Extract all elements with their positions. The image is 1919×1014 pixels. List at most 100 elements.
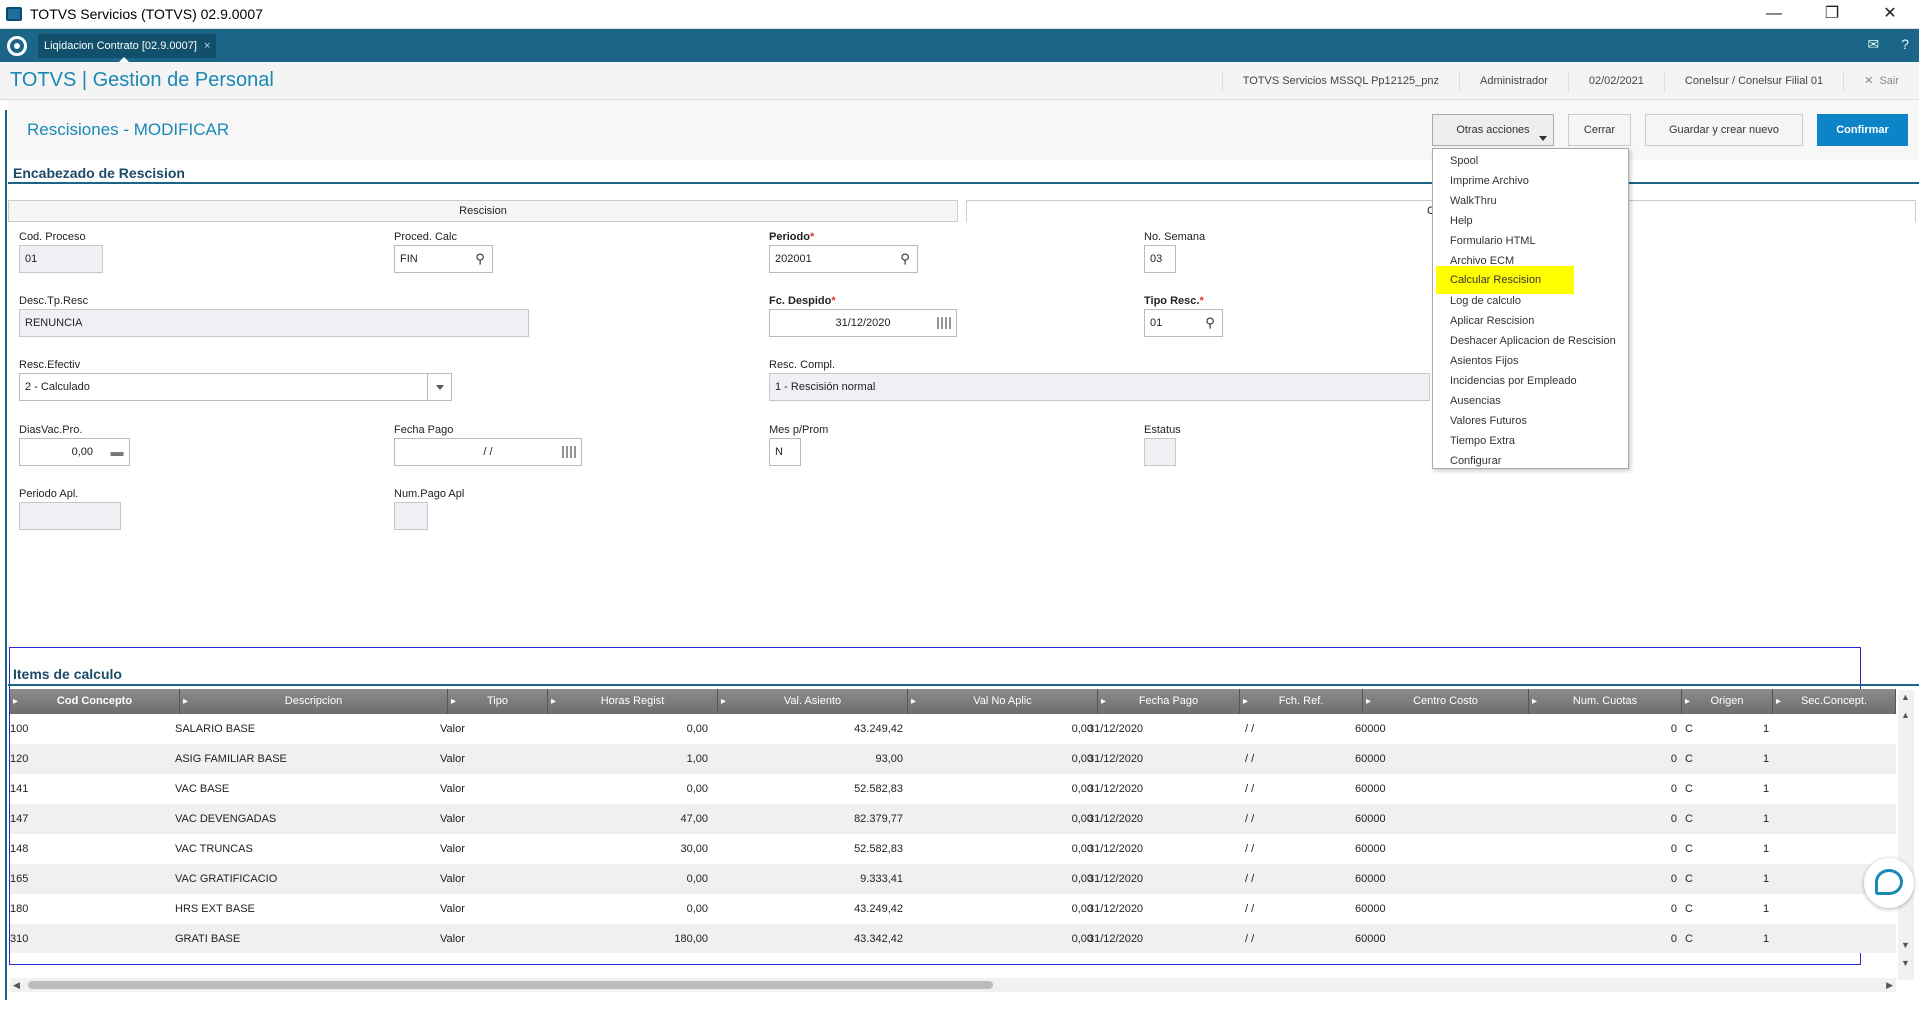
estatus-field[interactable] [1144, 438, 1176, 466]
cell-descripcion: SALARIO BASE [175, 723, 256, 735]
fecha-pago-field[interactable]: / / [394, 438, 582, 466]
periodo-apl-field[interactable] [19, 502, 121, 530]
cell-fch-ref: / / [1245, 903, 1255, 915]
menu-item-ausencias[interactable]: Ausencias [1433, 391, 1628, 411]
scroll-left-icon[interactable]: ◀ [13, 978, 20, 992]
resc-efectiv-select[interactable]: 2 - Calculado [19, 373, 452, 401]
exit-label: Sair [1879, 75, 1899, 87]
menu-item-log-de-calculo[interactable]: Log de calculo [1433, 291, 1628, 311]
cerrar-button[interactable]: Cerrar [1568, 114, 1631, 146]
menu-item-tiempo-extra[interactable]: Tiempo Extra [1433, 431, 1628, 451]
scroll-page-down-icon[interactable]: ▼ [1901, 940, 1910, 950]
cell-fch-ref: / / [1245, 873, 1255, 885]
menu-item-help[interactable]: Help [1433, 211, 1628, 231]
table-row[interactable]: 120 ASIG FAMILIAR BASE Valor 1,00 93,00 0,00 3… [10, 744, 1896, 774]
menu-item-formulario-html[interactable]: Formulario HTML [1433, 231, 1628, 251]
col-sec-concept[interactable]: Sec.Concept. [1773, 689, 1896, 714]
search-icon[interactable]: ⚲ [897, 251, 913, 267]
grid-horizontal-scrollbar[interactable]: ◀ ▶ [10, 978, 1896, 992]
totvs-logo-icon[interactable] [7, 36, 27, 56]
close-icon[interactable]: ✕ [1861, 0, 1919, 29]
table-row[interactable]: 147 VAC DEVENGADAS Valor 47,00 82.379,77 0,00… [10, 804, 1896, 834]
guardar-crear-nuevo-button[interactable]: Guardar y crear nuevo [1645, 114, 1803, 146]
num-pago-apl-field[interactable] [394, 502, 428, 530]
periodo-field[interactable]: 202001 ⚲ [769, 245, 918, 273]
cell-origen: C [1685, 813, 1693, 825]
resc-compl-label: Resc. Compl. [769, 359, 836, 371]
col-fch-ref[interactable]: Fch. Ref. [1240, 689, 1363, 714]
mail-icon[interactable]: ✉ [1867, 36, 1879, 53]
confirmar-button[interactable]: Confirmar [1817, 114, 1908, 146]
dias-vac-pro-field[interactable]: 0,00 ▬ [19, 438, 130, 466]
col-origen[interactable]: Origen [1682, 689, 1773, 714]
calculator-icon[interactable]: ▬ [109, 444, 125, 460]
menu-item-configurar[interactable]: Configurar [1433, 451, 1628, 471]
resc-compl-field[interactable]: 1 - Rescisión normal [769, 373, 1430, 401]
proced-calc-field[interactable]: FIN ⚲ [394, 245, 493, 273]
cell-sec-concept: 1 [1763, 783, 1770, 795]
minimize-icon[interactable]: — [1745, 0, 1803, 29]
exit-button[interactable]: ✕ Sair [1843, 71, 1919, 91]
cell-horas-regist: 0,00 [686, 873, 708, 885]
cod-proceso-field[interactable]: 01 [19, 245, 103, 273]
folder-tab-rescision[interactable]: Rescision [8, 200, 958, 222]
dias-vac-pro-label: DiasVac.Pro. [19, 424, 83, 436]
cell-descripcion: HRS EXT BASE [175, 903, 255, 915]
scroll-page-up-icon[interactable]: ▲ [1901, 710, 1910, 720]
tab-label: Liqidacion Contrato [02.9.0007] [44, 40, 197, 52]
col-num-cuotas[interactable]: Num. Cuotas [1529, 689, 1682, 714]
table-row[interactable]: 141 VAC BASE Valor 0,00 52.582,83 0,00 31/12/2… [10, 774, 1896, 804]
col-horas-regist[interactable]: Horas Regist [548, 689, 718, 714]
menu-item-incidencias[interactable]: Incidencias por Empleado [1433, 371, 1628, 391]
mes-prom-field[interactable]: N [769, 438, 801, 466]
tab-liquidacion-contrato[interactable]: Liqidacion Contrato [02.9.0007] × [38, 34, 217, 63]
environment-label: TOTVS Servicios MSSQL Pp12125_pnz [1221, 71, 1459, 91]
cell-fecha-pago: 31/12/2020 [1088, 753, 1144, 765]
scroll-up-icon[interactable]: ▲ [1901, 692, 1910, 702]
table-row[interactable]: 180 HRS EXT BASE Valor 0,00 43.249,42 0,00 31/… [10, 894, 1896, 924]
col-descripcion[interactable]: Descripcion [180, 689, 448, 714]
chevron-down-icon[interactable] [427, 374, 451, 400]
menu-item-spool[interactable]: Spool [1433, 151, 1628, 171]
menu-item-imprime-archivo[interactable]: Imprime Archivo [1433, 171, 1628, 191]
restore-icon[interactable]: ❐ [1803, 0, 1861, 29]
tab-close-icon[interactable]: × [204, 40, 210, 52]
search-icon[interactable]: ⚲ [1202, 315, 1218, 331]
cell-val-asiento: 9.333,41 [860, 873, 903, 885]
tipo-resc-field[interactable]: 01 ⚲ [1144, 309, 1223, 337]
col-val-asiento[interactable]: Val. Asiento [718, 689, 908, 714]
col-centro-costo[interactable]: Centro Costo [1363, 689, 1529, 714]
calendar-icon[interactable] [562, 446, 576, 458]
col-tipo[interactable]: Tipo [448, 689, 548, 714]
app-icon [6, 7, 22, 21]
menu-item-walkthru[interactable]: WalkThru [1433, 191, 1628, 211]
periodo-label-text: Periodo [769, 231, 810, 243]
desc-tp-resc-field[interactable]: RENUNCIA [19, 309, 529, 337]
table-row[interactable]: 148 VAC TRUNCAS Valor 30,00 52.582,83 0,00 31/… [10, 834, 1896, 864]
grid-vertical-scrollbar[interactable]: ▲ ▲ ▼ ▼ [1898, 690, 1914, 980]
no-semana-field[interactable]: 03 [1144, 245, 1176, 273]
tipo-resc-label-text: Tipo Resc. [1144, 295, 1200, 307]
col-val-no-aplic[interactable]: Val No Aplic [908, 689, 1098, 714]
menu-item-calcular-rescision[interactable]: Calcular Rescision [1436, 266, 1574, 294]
scroll-down-icon[interactable]: ▼ [1901, 958, 1910, 968]
search-icon[interactable]: ⚲ [472, 251, 488, 267]
help-icon[interactable]: ? [1901, 36, 1909, 53]
scroll-right-icon[interactable]: ▶ [1886, 978, 1893, 992]
otras-acciones-menu: Spool Imprime Archivo WalkThru Help Form… [1432, 148, 1629, 469]
table-row[interactable]: 310 GRATI BASE Valor 180,00 43.342,42 0,00 31/… [10, 924, 1896, 953]
menu-item-valores-futuros[interactable]: Valores Futuros [1433, 411, 1628, 431]
cell-fecha-pago: 31/12/2020 [1088, 933, 1144, 945]
col-fecha-pago[interactable]: Fecha Pago [1098, 689, 1240, 714]
scroll-thumb[interactable] [28, 981, 993, 989]
menu-item-asientos-fijos[interactable]: Asientos Fijos [1433, 351, 1628, 371]
col-cod-concepto[interactable]: Cod Concepto [10, 689, 180, 714]
chat-assistant-button[interactable] [1864, 858, 1914, 908]
menu-item-deshacer-aplicacion[interactable]: Deshacer Aplicacion de Rescision [1433, 331, 1628, 351]
table-row[interactable]: 100 SALARIO BASE Valor 0,00 43.249,42 0,00 31/… [10, 714, 1896, 744]
calendar-icon[interactable] [937, 317, 951, 329]
fc-despido-field[interactable]: 31/12/2020 [769, 309, 957, 337]
otras-acciones-button[interactable]: Otras acciones [1432, 114, 1554, 146]
menu-item-aplicar-rescision[interactable]: Aplicar Rescision [1433, 311, 1628, 331]
table-row[interactable]: 165 VAC GRATIFICACIO Valor 0,00 9.333,41 0,00… [10, 864, 1896, 894]
